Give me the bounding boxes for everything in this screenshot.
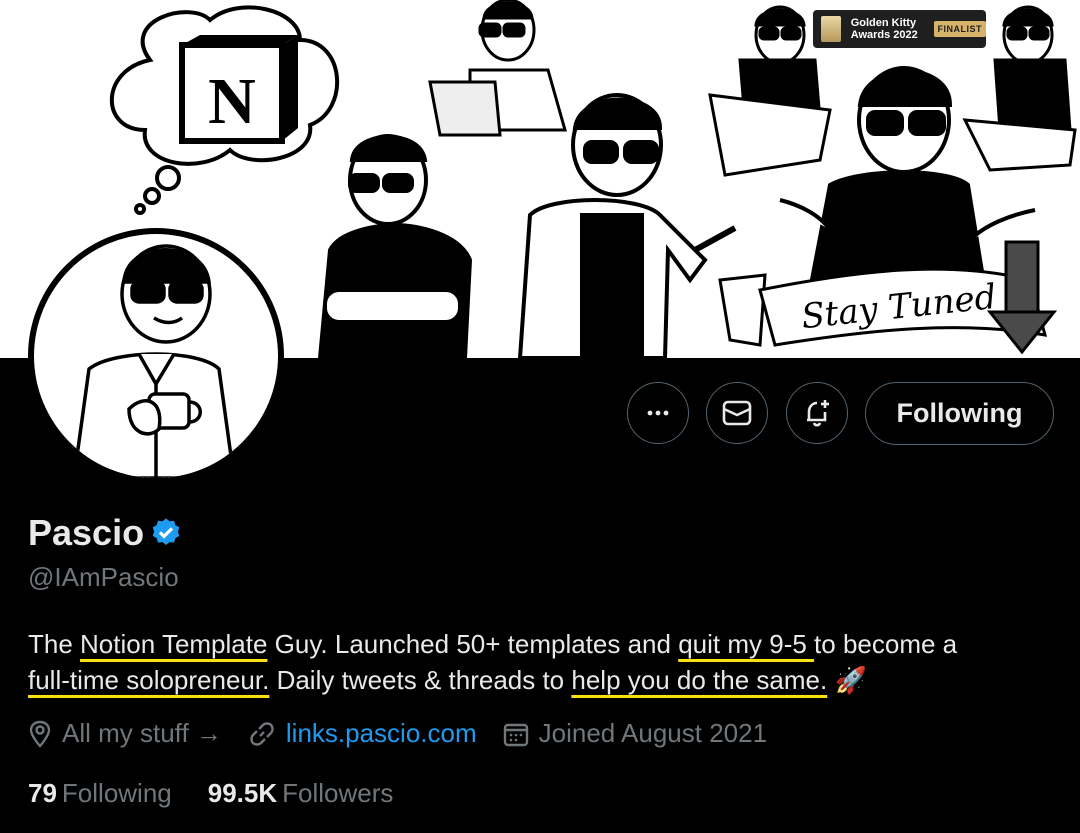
followers-label: Followers bbox=[282, 778, 394, 808]
location-text: All my stuff → bbox=[62, 718, 222, 748]
following-button[interactable]: Following bbox=[865, 382, 1054, 445]
joined-item: Joined August 2021 bbox=[503, 718, 767, 749]
notifications-button[interactable] bbox=[786, 382, 848, 444]
bio-text: to become a bbox=[814, 629, 958, 659]
profile-bio: The Notion Template Guy. Launched 50+ te… bbox=[28, 626, 1058, 698]
location-pin-icon bbox=[29, 720, 51, 748]
bio-text: The bbox=[28, 629, 81, 659]
character-laptop bbox=[428, 0, 567, 137]
bio-highlight: full-time solopreneur. bbox=[28, 665, 270, 695]
envelope-icon bbox=[722, 400, 752, 426]
profile-actions: Following bbox=[0, 382, 1080, 446]
more-options-button[interactable] bbox=[627, 382, 689, 444]
award-title: Golden Kitty Awards 2022 bbox=[850, 17, 918, 41]
profile-handle: @IAmPascio bbox=[28, 562, 179, 592]
award-finalist-label: FINALIST bbox=[933, 21, 986, 37]
message-button[interactable] bbox=[706, 382, 768, 444]
followers-stat[interactable]: 99.5K Followers bbox=[208, 778, 394, 809]
svg-text:N: N bbox=[208, 65, 256, 138]
bio-text: Daily tweets & threads to bbox=[269, 665, 572, 695]
website-item: links.pascio.com bbox=[248, 718, 477, 749]
bell-plus-icon bbox=[807, 400, 829, 427]
calendar-icon bbox=[503, 723, 528, 746]
profile-stats: 79 Following 99.5K Followers bbox=[28, 778, 429, 809]
link-icon bbox=[250, 721, 274, 746]
award-medal-icon bbox=[821, 16, 841, 42]
profile-name-row: Pascio bbox=[28, 512, 182, 554]
verified-badge-icon[interactable] bbox=[150, 517, 182, 549]
following-stat[interactable]: 79 Following bbox=[28, 778, 172, 809]
following-label: Following bbox=[61, 778, 172, 808]
bio-highlight: help you do the same. bbox=[571, 665, 828, 695]
website-link[interactable]: links.pascio.com bbox=[286, 718, 477, 749]
character-pointing bbox=[517, 93, 737, 358]
following-count: 79 bbox=[28, 778, 57, 808]
display-name: Pascio bbox=[28, 512, 145, 553]
more-horizontal-icon bbox=[647, 410, 669, 416]
profile-meta: All my stuff → links.pascio.com Joined A… bbox=[28, 718, 793, 749]
location-item: All my stuff → bbox=[28, 718, 222, 749]
rocket-emoji: 🚀 bbox=[834, 665, 867, 695]
joined-text: Joined August 2021 bbox=[538, 718, 768, 748]
bio-text: Guy. Launched 50+ templates and bbox=[267, 629, 679, 659]
bio-highlight: Notion Template bbox=[80, 629, 268, 659]
followers-count: 99.5K bbox=[207, 778, 278, 808]
character-arms-crossed bbox=[317, 134, 473, 358]
character-sitting bbox=[708, 5, 832, 177]
golden-kitty-award-badge: Golden Kitty Awards 2022 FINALIST bbox=[813, 10, 986, 48]
bio-highlight: quit my 9-5 bbox=[678, 629, 815, 659]
